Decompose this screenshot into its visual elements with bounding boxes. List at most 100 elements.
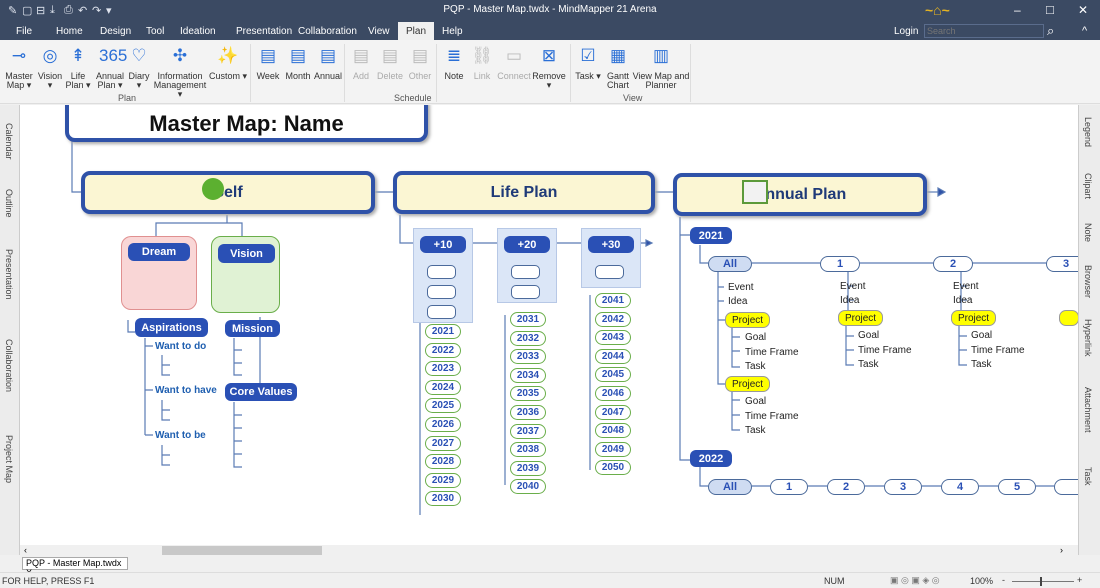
- search-input[interactable]: [924, 24, 1044, 38]
- quick-access-icon[interactable]: ↶: [78, 4, 87, 17]
- map-canvas[interactable]: Master Map: Name Self Life Plan Annual Plan…: [20, 105, 1078, 545]
- year-node[interactable]: 2038: [510, 442, 546, 458]
- idea-item[interactable]: Idea: [728, 296, 747, 307]
- task-button[interactable]: ☑ Task ▾: [574, 44, 602, 81]
- quick-access-icon[interactable]: ⎙: [64, 4, 73, 17]
- view-map-and-planner-button[interactable]: ▥ View Map and Planner: [632, 44, 690, 90]
- horizontal-scrollbar[interactable]: ‹ ›: [20, 545, 1078, 556]
- connect-button[interactable]: ▭ Connect: [496, 44, 532, 81]
- scroll-right-icon[interactable]: ›: [1060, 545, 1063, 555]
- node-annual-plan[interactable]: Annual Plan: [673, 173, 927, 216]
- node-vision[interactable]: Vision: [218, 244, 275, 263]
- scroll-left-icon[interactable]: ‹: [24, 545, 27, 555]
- year-node[interactable]: 2036: [510, 405, 546, 420]
- document-tab[interactable]: PQP - Master Map.twdx X: [22, 557, 128, 578]
- year-node[interactable]: 2022: [425, 342, 461, 358]
- zoom-in-button[interactable]: +: [1077, 575, 1082, 585]
- node-dream[interactable]: Dream: [128, 243, 190, 261]
- maximize-button[interactable]: □: [1046, 2, 1054, 17]
- month-node[interactable]: 4: [941, 479, 979, 495]
- year-node[interactable]: 2047: [595, 404, 631, 420]
- node-core-values[interactable]: Core Values: [225, 383, 297, 401]
- link-button[interactable]: ⛓ Link: [470, 44, 494, 81]
- project-item[interactable]: Time Frame: [858, 345, 912, 356]
- year-node[interactable]: 2048: [595, 423, 631, 439]
- month-node[interactable]: 2: [933, 256, 973, 272]
- scrollbar-thumb[interactable]: [162, 546, 322, 555]
- project-item[interactable]: Goal: [745, 396, 766, 407]
- note-button[interactable]: ≣ Note: [440, 44, 468, 81]
- tab-tool[interactable]: Tool: [138, 24, 172, 39]
- year-node[interactable]: 2028: [425, 454, 461, 470]
- delete-button[interactable]: ▤ Delete: [376, 44, 404, 81]
- month-node[interactable]: 1: [820, 256, 860, 272]
- panel-tab-project-map[interactable]: Project Map: [4, 435, 14, 483]
- project-node[interactable]: Project: [838, 310, 883, 326]
- project-item[interactable]: Goal: [858, 330, 879, 341]
- gantt-chart-button[interactable]: ▦ Gantt Chart: [604, 44, 632, 90]
- quick-access-icon[interactable]: ▾: [106, 4, 112, 17]
- zoom-slider[interactable]: [1012, 577, 1074, 586]
- idea-item[interactable]: Idea: [840, 295, 859, 306]
- year-node[interactable]: 2043: [595, 330, 631, 346]
- decade-node[interactable]: +30: [588, 236, 634, 253]
- year-node[interactable]: 2050: [595, 460, 631, 476]
- project-node[interactable]: Project: [725, 376, 770, 392]
- project-item[interactable]: Time Frame: [745, 411, 799, 422]
- master-map-root[interactable]: Master Map: Name: [65, 105, 428, 142]
- node-aspirations[interactable]: Aspirations: [135, 318, 208, 337]
- tab-plan[interactable]: Plan: [398, 22, 435, 40]
- want-item[interactable]: Want to do: [155, 341, 206, 352]
- panel-tab-hyperlink[interactable]: Hyperlink: [1083, 319, 1093, 357]
- panel-tab-task[interactable]: Task: [1083, 467, 1093, 486]
- year-node[interactable]: 2027: [425, 435, 461, 451]
- year-node[interactable]: 2026: [425, 417, 461, 432]
- project-node[interactable]: Project: [725, 312, 770, 328]
- month-node[interactable]: All: [708, 479, 752, 495]
- project-node[interactable]: Project: [951, 310, 996, 326]
- collapse-ribbon-button[interactable]: ^: [1082, 25, 1087, 37]
- add-button[interactable]: ▤ Add: [348, 44, 374, 81]
- project-item[interactable]: Goal: [745, 332, 766, 343]
- custom-button[interactable]: ✨ Custom ▾: [208, 44, 248, 81]
- year-node[interactable]: 2029: [425, 472, 461, 488]
- year-node[interactable]: 2025: [425, 398, 461, 414]
- zoom-out-button[interactable]: -: [1002, 575, 1005, 585]
- year-node[interactable]: 2049: [595, 441, 631, 457]
- project-item[interactable]: Task: [858, 359, 879, 370]
- year-node[interactable]: 2039: [510, 460, 546, 476]
- project-item[interactable]: Task: [745, 425, 766, 436]
- decade-node[interactable]: +20: [504, 236, 550, 253]
- panel-tab-legend[interactable]: Legend: [1083, 117, 1093, 147]
- year-node[interactable]: 2045: [595, 367, 631, 383]
- quick-access-icon[interactable]: ▢: [22, 4, 32, 17]
- panel-tab-collaboration[interactable]: Collaboration: [4, 339, 14, 392]
- year-node-2021[interactable]: 2021: [690, 227, 732, 244]
- tab-file[interactable]: File: [8, 24, 40, 39]
- panel-tab-attachment[interactable]: Attachment: [1083, 387, 1093, 433]
- tab-collaboration[interactable]: Collaboration: [290, 24, 365, 39]
- event-item[interactable]: Event: [840, 281, 866, 292]
- year-node[interactable]: 2024: [425, 379, 461, 395]
- year-node[interactable]: 2041: [595, 293, 631, 308]
- tab-help[interactable]: Help: [434, 24, 471, 39]
- minimize-button[interactable]: –: [1014, 3, 1021, 17]
- idea-item[interactable]: Idea: [953, 295, 972, 306]
- empty-subnode[interactable]: [511, 265, 540, 279]
- tab-ideation[interactable]: Ideation: [172, 24, 224, 39]
- annual-plan-button[interactable]: 365 Annual Plan ▾: [94, 44, 127, 90]
- quick-access-icon[interactable]: ✎: [8, 4, 17, 17]
- view-mode-icons[interactable]: ▣ ◎ ▣ ◈ ◎: [890, 575, 940, 586]
- month-node[interactable]: 1: [770, 479, 808, 495]
- year-node[interactable]: 2031: [510, 312, 546, 327]
- decade-node[interactable]: +10: [420, 236, 466, 253]
- empty-subnode[interactable]: [595, 265, 624, 279]
- empty-subnode[interactable]: [427, 285, 456, 299]
- panel-tab-clipart[interactable]: Clipart: [1083, 173, 1093, 199]
- year-node[interactable]: 2023: [425, 361, 461, 377]
- project-item[interactable]: Time Frame: [971, 345, 1025, 356]
- panel-tab-presentation[interactable]: Presentation: [4, 249, 14, 300]
- search-icon[interactable]: ⌕: [1047, 23, 1054, 39]
- panel-tab-calendar[interactable]: Calendar: [4, 123, 14, 160]
- zoom-slider-handle[interactable]: [1040, 577, 1042, 586]
